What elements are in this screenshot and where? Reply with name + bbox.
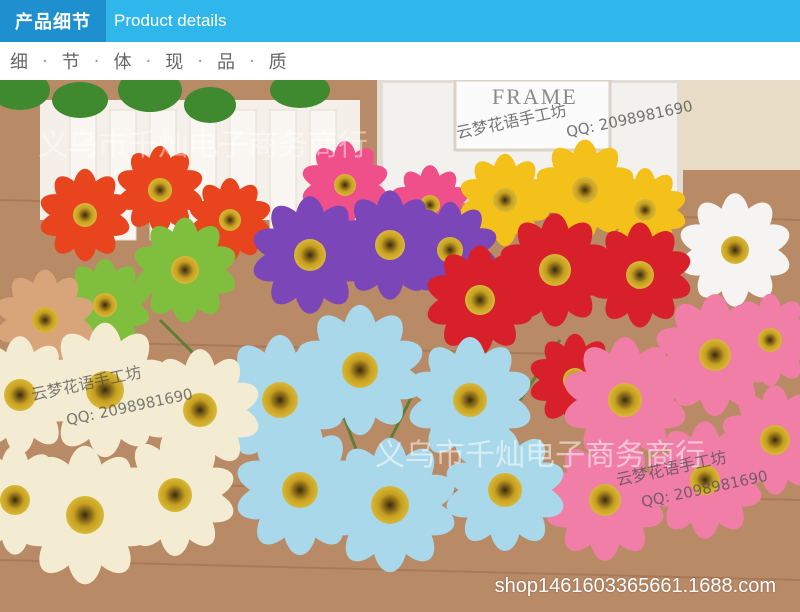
subtitle-char: 体 [113,52,132,73]
header-bar: 产品细节 Product details [0,0,800,42]
watermark-main: 义乌市千灿电子商务商行 [38,128,368,163]
product-photo: FRAME 义乌市千灿电子商务商行 义乌市千灿电子商务商行 云梦花语手工坊 QQ… [0,80,800,612]
subtitle-separator: · [42,50,48,72]
subtitle-separator: · [93,50,100,72]
shop-url: shop1461603365661.1688.com [494,575,776,597]
header-title-en: Product details [114,11,227,30]
header-title-cn: 产品细节 [0,0,106,42]
subtitle-char: 品 [216,52,235,73]
subtitle-separator: · [197,50,203,72]
subtitle-char: 现 [165,52,184,73]
subtitle-char: 细 [10,52,28,73]
subtitle-char: 质 [268,52,287,73]
subtitle-separator: · [145,50,152,72]
subtitle-bar: 细 · 节 · 体 · 现 · 品 · 质 [0,42,800,80]
subtitle-separator: · [248,50,255,72]
subtitle-char: 节 [61,52,80,73]
